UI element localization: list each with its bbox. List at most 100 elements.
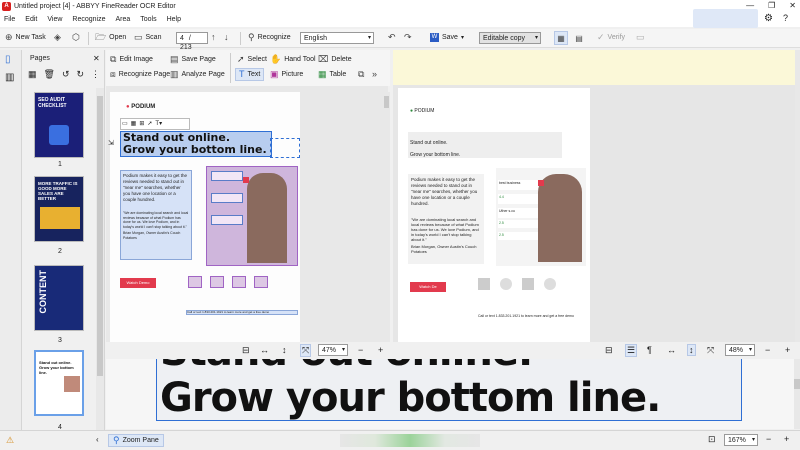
fit-vertical-icon[interactable]: ↕ <box>282 345 287 355</box>
menu-tools[interactable]: Tools <box>140 16 156 23</box>
page-thumbnail-4[interactable]: Stand out online. Grow your bottom line. <box>34 350 84 416</box>
mode-select[interactable]: Editable copy ▾ <box>479 32 541 44</box>
text-scrollbar[interactable] <box>795 50 800 342</box>
menu-recognize[interactable]: Recognize <box>72 16 105 23</box>
more-icon[interactable]: ⋮ <box>91 69 100 80</box>
fit-page-icon[interactable]: ⤧ <box>300 343 312 357</box>
delete-area-button[interactable]: ⌧ Delete <box>318 55 352 64</box>
scrollbar-thumb[interactable] <box>794 379 800 389</box>
image-zoom-select[interactable]: 47% ▾ <box>318 344 348 356</box>
menu-file[interactable]: File <box>4 16 15 23</box>
zoom-out-button[interactable]: − <box>766 434 771 444</box>
footer-text-area[interactable]: Call or text 1.833.201.1921 to learn mor… <box>186 310 298 315</box>
save-button[interactable]: W Save ▾ <box>430 33 464 42</box>
close-button[interactable]: ✕ <box>789 0 796 12</box>
zones-view-icon[interactable]: ▥ <box>5 72 14 83</box>
grid-icon[interactable]: ▦ <box>28 69 37 80</box>
layers-dropdown[interactable]: ⬡ <box>72 33 80 42</box>
area-tool-icon[interactable]: ▭ <box>122 120 128 128</box>
text-body-block[interactable]: Podium makes it easy to get the reviews … <box>408 174 484 264</box>
layout-single-button[interactable]: ▤ <box>572 31 586 45</box>
new-task-button[interactable]: ⊕ New Task <box>5 33 46 42</box>
hand-tool-button[interactable]: ✋ Hand Tool <box>270 55 316 64</box>
recognize-button[interactable]: ⚲ Recognize <box>248 33 291 42</box>
edit-image-button[interactable]: ⧉ Edit Image <box>110 55 153 64</box>
zoom-in-button[interactable]: + <box>785 345 790 355</box>
maximize-button[interactable]: ❐ <box>768 0 775 12</box>
selected-text-area[interactable]: Stand out online. Grow your bottom line. <box>120 131 272 157</box>
fit-vertical-icon[interactable]: ↕ <box>687 344 696 356</box>
fit-width-icon[interactable]: ⊟ <box>242 345 250 356</box>
area-tool-icon[interactable]: ▦ <box>131 120 137 128</box>
open-label: Open <box>109 34 127 41</box>
format-button[interactable]: ▭ <box>636 33 645 42</box>
pilcrow-icon[interactable]: ¶ <box>647 345 652 355</box>
picture-area-button[interactable]: ▣ Picture <box>270 70 303 79</box>
pages-scrollbar[interactable] <box>96 88 104 430</box>
text-zoom-select[interactable]: 48% ▾ <box>725 344 755 356</box>
undo-button[interactable]: ↶ <box>388 33 396 42</box>
more-tools-button[interactable]: ⧉ <box>358 70 364 79</box>
menu-view[interactable]: View <box>47 16 62 23</box>
layers-button[interactable]: ◈ <box>54 33 61 42</box>
area-tool-icon[interactable]: ⊞ <box>139 120 144 128</box>
analyze-page-label: Analyze Page <box>181 71 225 78</box>
scrollbar-thumb[interactable] <box>97 96 103 376</box>
text-area-button[interactable]: T Text <box>235 68 265 81</box>
language-select[interactable]: English ▾ <box>300 32 374 44</box>
accent-square <box>538 180 544 186</box>
menu-edit[interactable]: Edit <box>25 16 37 23</box>
help-icon[interactable]: ? <box>783 13 788 23</box>
fit-horizontal-icon[interactable]: ↔ <box>667 345 676 355</box>
layout-icon[interactable]: ☰ <box>625 343 638 357</box>
collapse-icon[interactable]: ‹ <box>96 435 99 444</box>
pages-panel: Pages ✕ ▦ 🗑 ↺ ↻ ⋮ SEO AUDIT CHECKLIST 1 … <box>22 50 105 431</box>
close-panel-icon[interactable]: ✕ <box>93 54 100 63</box>
expand-tools-button[interactable]: » <box>372 70 377 79</box>
cursor-icon[interactable]: ➚ <box>147 120 152 128</box>
zoom-in-button[interactable]: + <box>784 434 789 444</box>
scrollbar-thumb[interactable] <box>384 96 389 108</box>
open-button[interactable]: 🗁 Open <box>95 33 126 42</box>
menu-area[interactable]: Area <box>115 16 130 23</box>
scan-button[interactable]: ▭ Scan <box>134 33 161 42</box>
fit-horizontal-icon[interactable]: ↔ <box>260 345 269 355</box>
page-thumbnail-3[interactable]: CONTENT <box>34 265 84 331</box>
text-picture-block[interactable]: best business 4.4 Uther s.cu 2.5 2.5 <box>496 168 586 266</box>
redo-button[interactable]: ↷ <box>404 33 412 42</box>
analyze-page-button[interactable]: ▥ Analyze Page <box>170 70 225 79</box>
layout-split-button[interactable]: ▦ <box>554 31 568 45</box>
select-tool-button[interactable]: ➚ Select <box>237 55 267 64</box>
menu-help[interactable]: Help <box>167 16 181 23</box>
rotate-left-icon[interactable]: ↺ <box>62 69 70 80</box>
trash-icon[interactable]: 🗑 <box>44 69 55 80</box>
next-page-button[interactable]: ↓ <box>224 33 229 42</box>
rotate-right-icon[interactable]: ↻ <box>77 69 85 80</box>
text-headline-block[interactable]: Stand out online. Grow your bottom line. <box>408 132 562 158</box>
text-type-icon[interactable]: T▾ <box>155 120 162 128</box>
warning-icon[interactable]: ⚠ <box>6 435 14 446</box>
text-settings-icon[interactable]: ⊟ <box>605 345 613 356</box>
pages-view-icon[interactable]: ▯ <box>5 54 11 65</box>
zoom-scrollbar[interactable] <box>794 359 800 429</box>
table-area-button[interactable]: ▦ Table <box>318 70 346 79</box>
zoom-out-button[interactable]: − <box>765 345 770 355</box>
gear-icon[interactable]: ⚙ <box>764 13 773 24</box>
picture-area[interactable] <box>206 166 298 266</box>
zoom-pane-zoom-select[interactable]: 167% ▾ <box>724 434 758 446</box>
fit-page-icon[interactable]: ⊡ <box>708 434 716 445</box>
save-page-button[interactable]: ▤ Save Page <box>170 55 216 64</box>
recognize-page-button[interactable]: ⧈ Recognize Page <box>110 70 170 79</box>
image-scrollbar[interactable] <box>383 92 390 342</box>
verify-button[interactable]: ✓ Verify <box>597 33 625 42</box>
account-area[interactable] <box>693 9 758 28</box>
zoom-pane-toggle[interactable]: ⚲ Zoom Pane <box>108 434 164 447</box>
page-number-input[interactable]: 4 / 213 <box>176 32 208 51</box>
fit-page-icon[interactable]: ⤧ <box>707 345 714 356</box>
zoom-in-button[interactable]: + <box>378 345 383 355</box>
body-text-area[interactable]: Podium makes it easy to get the reviews … <box>120 170 192 260</box>
zoom-out-button[interactable]: − <box>358 345 363 355</box>
prev-page-button[interactable]: ↑ <box>211 33 216 42</box>
page-thumbnail-2[interactable]: MORE TRAFFIC IS GOOD MORE SALES ARE BETT… <box>34 176 84 242</box>
page-thumbnail-1[interactable]: SEO AUDIT CHECKLIST <box>34 92 84 158</box>
